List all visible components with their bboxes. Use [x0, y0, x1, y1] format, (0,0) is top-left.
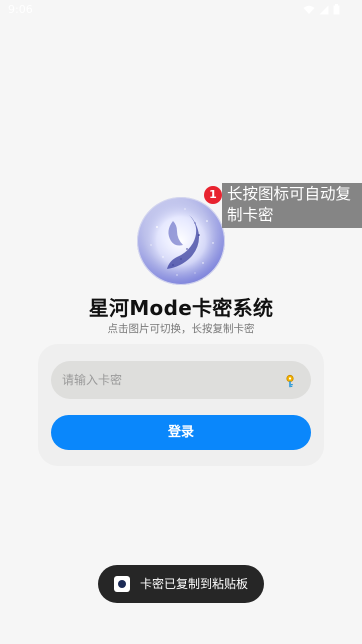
page-subtitle: 点击图片可切换，长按复制卡密 [107, 323, 255, 335]
card-key-field[interactable] [51, 361, 311, 399]
toast-message: 卡密已复制到粘贴板 [98, 565, 264, 603]
login-screen: 9:06 1 长按图标可自动复制卡密 星河Mode卡密系统 点击图片可切换，长按… [0, 0, 362, 644]
notification-badge: 1 [204, 186, 222, 204]
status-bar: 9:06 [0, 0, 362, 20]
hint-tooltip: 长按图标可自动复制卡密 [222, 183, 362, 228]
galaxy-logo-icon [137, 197, 225, 285]
login-button[interactable]: 登录 [51, 415, 311, 450]
page-title: 星河Mode卡密系统 [88, 296, 274, 320]
toast-text: 卡密已复制到粘贴板 [140, 577, 249, 591]
status-time: 9:06 [8, 3, 33, 16]
card-key-input[interactable] [62, 361, 277, 399]
battery-icon [333, 4, 340, 15]
logo-button[interactable] [137, 197, 225, 285]
signal-icon [319, 5, 329, 15]
wifi-icon [303, 5, 315, 15]
key-icon[interactable] [283, 373, 297, 388]
app-icon [114, 576, 130, 592]
status-icons [303, 4, 340, 15]
